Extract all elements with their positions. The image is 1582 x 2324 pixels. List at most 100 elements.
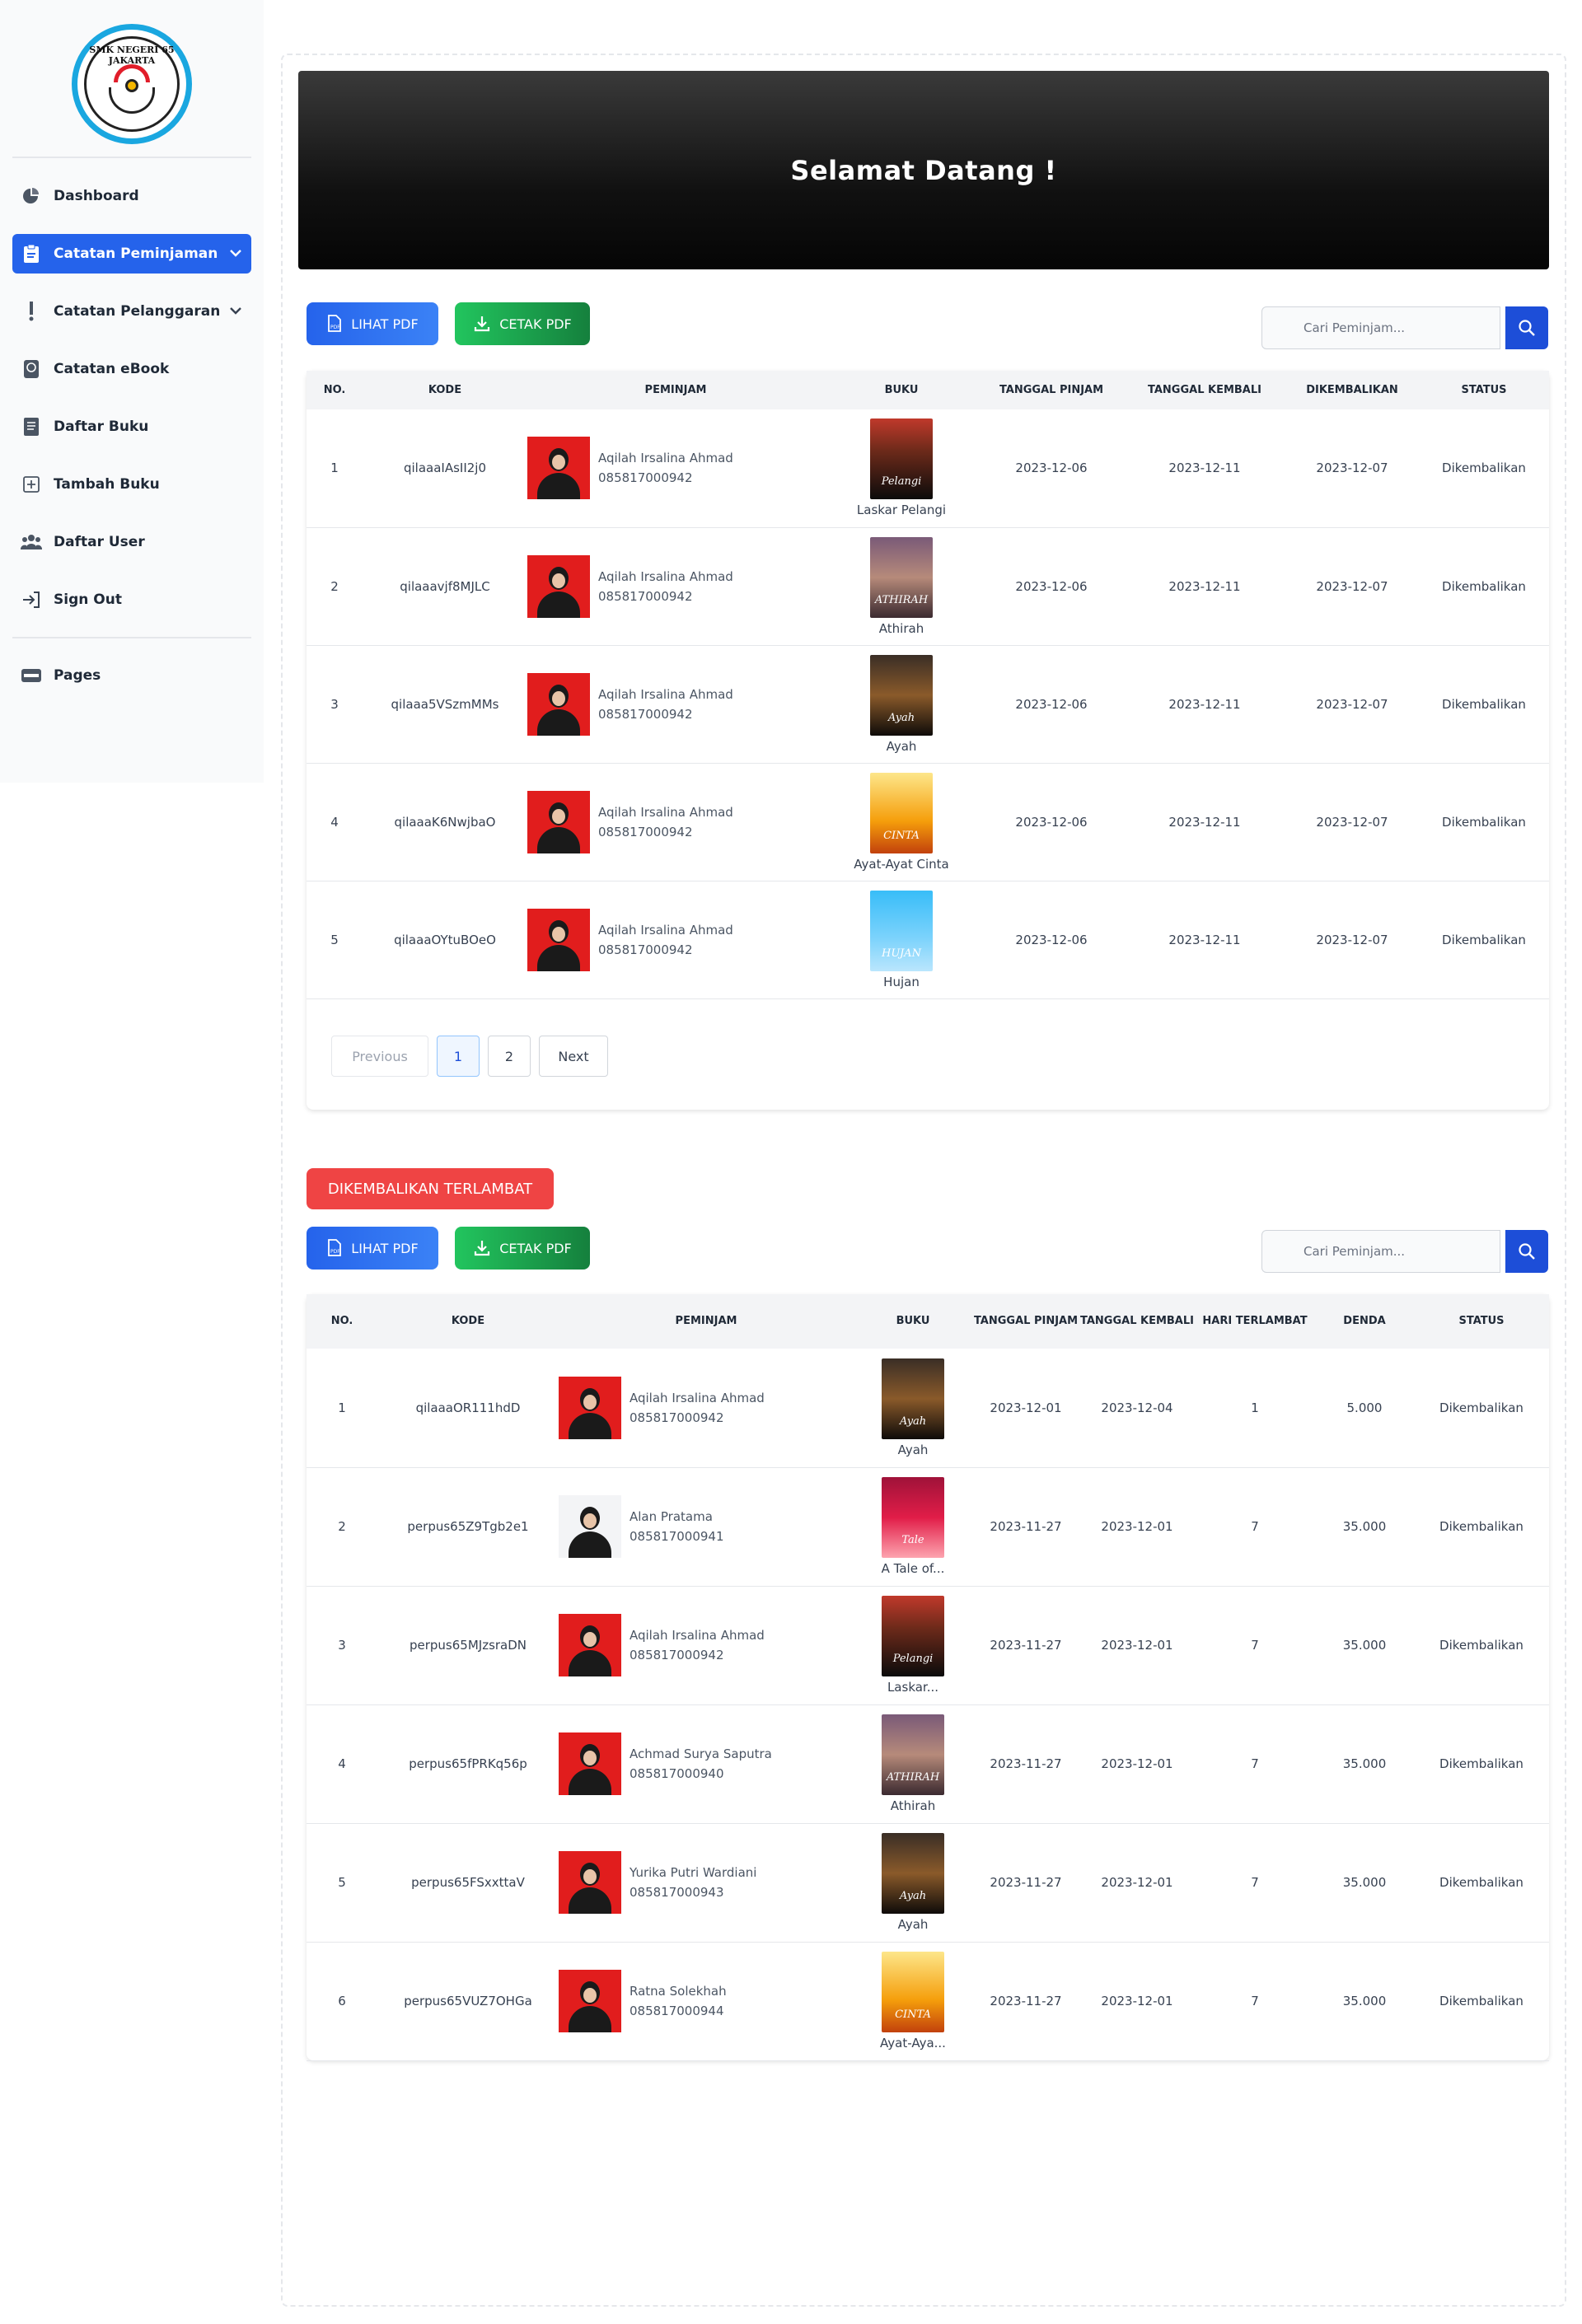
chevron-down-icon[interactable] bbox=[228, 245, 243, 264]
book-title: Ayat-Aya... bbox=[880, 2036, 946, 2050]
column-header: PEMINJAM bbox=[559, 1294, 854, 1349]
table-row: 3 qilaaa5VSzmMMs Aqilah Irsalina Ahmad 0858… bbox=[307, 645, 1549, 764]
book-title: Ayah bbox=[897, 1917, 929, 1932]
avatar bbox=[527, 437, 590, 500]
page-1-button[interactable]: 1 bbox=[437, 1036, 480, 1077]
book-cell: Ayah Ayah bbox=[824, 645, 979, 764]
sidebar: SMK NEGERI 65 JAKARTA Dashboard Catatan P… bbox=[0, 0, 264, 783]
table-row: 2 perpus65Z9Tgb2e1 Alan Pratama 08581700094… bbox=[307, 1467, 1549, 1587]
clipboard-icon bbox=[21, 243, 42, 264]
borrower-phone: 085817000940 bbox=[630, 1766, 724, 1781]
lihat-pdf-button[interactable]: PDF LIHAT PDF bbox=[307, 302, 438, 345]
book-cell: HUJAN Hujan bbox=[824, 881, 979, 999]
page-2-button[interactable]: 2 bbox=[488, 1036, 531, 1077]
borrower-phone: 085817000941 bbox=[630, 1529, 724, 1544]
pie-chart-icon bbox=[21, 185, 42, 207]
lihat-pdf-label: LIHAT PDF bbox=[351, 1240, 419, 1256]
search-icon bbox=[1519, 1243, 1535, 1260]
book-cover[interactable]: Ayah bbox=[870, 654, 933, 736]
book-cover[interactable]: HUJAN bbox=[870, 890, 933, 971]
sidebar-item-catatan-peminjaman[interactable]: Catatan Peminjaman bbox=[12, 234, 251, 274]
sidebar-item-daftar-buku[interactable]: Daftar Buku bbox=[12, 407, 251, 447]
book-cover[interactable]: Ayah bbox=[882, 1358, 944, 1439]
column-header: DENDA bbox=[1315, 1294, 1414, 1349]
book-cover[interactable]: ATHIRAH bbox=[882, 1714, 944, 1795]
sidebar-item-dashboard[interactable]: Dashboard bbox=[12, 176, 251, 216]
borrower-cell: Aqilah Irsalina Ahmad 085817000942 bbox=[559, 1586, 854, 1705]
status-text: Dikembalikan bbox=[1419, 409, 1549, 528]
book-title: Athirah bbox=[878, 620, 924, 636]
svg-text:PDF: PDF bbox=[330, 1249, 340, 1255]
search-button-late[interactable] bbox=[1505, 1230, 1548, 1273]
book-icon bbox=[21, 416, 42, 437]
due-date: 2023-12-11 bbox=[1124, 645, 1285, 764]
search-button[interactable] bbox=[1505, 306, 1548, 349]
status-text: Dikembalikan bbox=[1419, 881, 1549, 999]
status-text: Dikembalikan bbox=[1414, 1349, 1549, 1468]
borrower-name: Aqilah Irsalina Ahmad bbox=[598, 451, 733, 466]
book-cover[interactable]: Pelangi bbox=[882, 1596, 944, 1676]
due-date: 2023-12-11 bbox=[1124, 763, 1285, 881]
sidebar-item-label: Catatan Pelanggaran bbox=[54, 303, 221, 320]
cetak-pdf-button-late[interactable]: CETAK PDF bbox=[455, 1227, 590, 1270]
book-cover[interactable]: Tale bbox=[882, 1477, 944, 1558]
book-title: A Tale of... bbox=[881, 1561, 945, 1576]
loan-code: qilaaavjf8MJLC bbox=[363, 527, 527, 646]
book-cover[interactable]: CINTA bbox=[882, 1952, 944, 2032]
book-title: Hujan bbox=[883, 974, 920, 989]
avatar bbox=[527, 908, 590, 971]
returned-date: 2023-12-07 bbox=[1285, 645, 1419, 764]
borrower-cell: Ratna Solekhah 085817000944 bbox=[559, 1942, 854, 2061]
book-cover[interactable]: CINTA bbox=[870, 772, 933, 853]
chevron-down-icon[interactable] bbox=[228, 303, 243, 322]
loan-code: qilaaaOR111hdD bbox=[377, 1349, 559, 1468]
sign-out-icon bbox=[21, 589, 42, 610]
loan-code: perpus65FSxxttaV bbox=[377, 1823, 559, 1943]
book-cover[interactable]: ATHIRAH bbox=[870, 536, 933, 618]
book-title: Laskar Pelangi bbox=[856, 503, 947, 518]
borrow-date: 2023-11-27 bbox=[972, 1586, 1079, 1705]
pdf-file-icon: PDF bbox=[328, 1239, 342, 1256]
returned-date: 2023-12-07 bbox=[1285, 763, 1419, 881]
sidebar-item-daftar-user[interactable]: Daftar User bbox=[12, 522, 251, 562]
sidebar-item-tambah-buku[interactable]: Tambah Buku bbox=[12, 465, 251, 504]
borrow-date: 2023-11-27 bbox=[972, 1704, 1079, 1824]
sidebar-item-pages[interactable]: Pages bbox=[12, 656, 251, 695]
search-placeholder: Cari Peminjam... bbox=[1304, 1244, 1406, 1259]
peminjaman-table: NO. KODE PEMINJAM BUKU TANGGAL PINJAM TANGGAL… bbox=[307, 371, 1549, 999]
row-number: 3 bbox=[307, 645, 363, 764]
days-late: 7 bbox=[1195, 1467, 1315, 1587]
borrow-date: 2023-12-06 bbox=[979, 409, 1124, 528]
days-late: 7 bbox=[1195, 1942, 1315, 2061]
table-row: 1 qilaaaOR111hdD Aqilah Irsalina Ahmad 0858… bbox=[307, 1349, 1549, 1468]
book-cell: ATHIRAH Athirah bbox=[854, 1704, 972, 1824]
book-cover[interactable]: Pelangi bbox=[870, 419, 933, 500]
cetak-pdf-button[interactable]: CETAK PDF bbox=[455, 302, 590, 345]
borrower-name: Ratna Solekhah bbox=[630, 1984, 727, 1999]
sidebar-item-catatan-ebook[interactable]: Catatan eBook bbox=[12, 349, 251, 389]
sidebar-item-catatan-pelanggaran[interactable]: Catatan Pelanggaran bbox=[12, 292, 251, 331]
book-cover[interactable]: Ayah bbox=[882, 1833, 944, 1914]
school-logo[interactable]: SMK NEGERI 65 JAKARTA bbox=[72, 24, 192, 144]
borrower-cell: Aqilah Irsalina Ahmad 085817000942 bbox=[527, 645, 824, 764]
search-input-late[interactable]: Cari Peminjam... bbox=[1261, 1230, 1500, 1273]
book-cell: Pelangi Laskar Pelangi bbox=[824, 409, 979, 528]
sidebar-divider bbox=[12, 637, 251, 638]
fine-amount: 35.000 bbox=[1315, 1467, 1414, 1587]
lihat-pdf-button-late[interactable]: PDF LIHAT PDF bbox=[307, 1227, 438, 1270]
returned-date: 2023-12-07 bbox=[1285, 527, 1419, 646]
table-row: 1 qilaaaIAsII2j0 Aqilah Irsalina Ahmad 0858… bbox=[307, 409, 1549, 528]
avatar bbox=[527, 554, 590, 618]
sidebar-item-sign-out[interactable]: Sign Out bbox=[12, 580, 251, 620]
status-text: Dikembalikan bbox=[1419, 763, 1549, 881]
pagination: Previous 1 2 Next bbox=[331, 1036, 608, 1077]
search-input[interactable]: Cari Peminjam... bbox=[1261, 306, 1500, 349]
row-number: 4 bbox=[307, 1704, 377, 1824]
borrower-phone: 085817000942 bbox=[598, 706, 693, 722]
next-page-button[interactable]: Next bbox=[539, 1036, 608, 1077]
due-date: 2023-12-01 bbox=[1079, 1704, 1195, 1824]
column-header: BUKU bbox=[824, 371, 979, 409]
sidebar-item-label: Daftar User bbox=[54, 534, 145, 550]
previous-page-button[interactable]: Previous bbox=[331, 1036, 428, 1077]
status-text: Dikembalikan bbox=[1414, 1823, 1549, 1943]
